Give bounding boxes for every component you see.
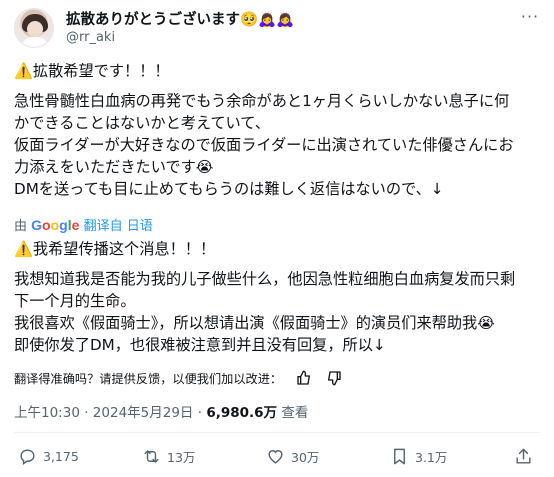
translate-prefix: 由 xyxy=(14,219,28,234)
retweet-icon xyxy=(144,449,159,463)
retweet-count: 13万 xyxy=(167,449,196,465)
tweet-text-translated: 我想知道我是否能为我的儿子做些什么，他因急性粒细胞白血病复发而只剩 下一个月的生… xyxy=(14,268,542,356)
bookmark-icon xyxy=(394,448,405,464)
views-label: 查看 xyxy=(281,405,309,421)
translated-line: 我很喜欢《假面骑士》，所以想请出演《假面骑士》的演员们来帮助我😭 xyxy=(14,314,495,332)
thumbs-down-icon[interactable] xyxy=(326,370,342,386)
action-bar: 3,175 13万 30万 3.1万 xyxy=(14,444,540,474)
tweet-meta: 上午10:30 · 2024年5月29日 · 6,980.6万 查看 xyxy=(14,405,309,421)
user-handle[interactable]: @rr_aki xyxy=(66,30,115,46)
reply-icon xyxy=(20,448,35,465)
translated-line: 我想知道我是否能为我的儿子做些什么，他因急性粒细胞白血病复发而只剩 xyxy=(14,270,516,288)
divider xyxy=(14,432,540,433)
like-count: 30万 xyxy=(291,449,320,465)
tweet-header: 拡散ありがとうございます🥺🙇‍♀️🙇‍♀️ @rr_aki ··· xyxy=(14,8,540,48)
like-button[interactable]: 30万 xyxy=(266,444,319,468)
tweet-line: かできることはないかと考えていて、 xyxy=(14,114,270,132)
share-icon xyxy=(516,448,531,464)
translated-line: ⚠️我希望传播这个消息！！！ xyxy=(14,240,216,258)
translation-feedback: 翻译得准确吗？请提供反馈，以便我们加以改进： xyxy=(14,370,342,387)
tweet-line: DMを送っても目に止めてもらうのは難しく返信はないので、↓ xyxy=(14,180,444,198)
tweet-line: 力添えをいただきたいです😭 xyxy=(14,158,214,176)
heart-icon xyxy=(268,449,283,464)
retweet-button[interactable]: 13万 xyxy=(142,444,195,468)
reply-button[interactable]: 3,175 xyxy=(18,444,79,468)
display-name[interactable]: 拡散ありがとうございます🥺🙇‍♀️🙇‍♀️ xyxy=(66,11,294,29)
translate-source-link[interactable]: 翻译自 日语 xyxy=(84,219,153,234)
tweet-time[interactable]: 上午10:30 xyxy=(14,405,80,421)
google-logo: Google xyxy=(31,217,80,233)
reply-count: 3,175 xyxy=(43,448,79,464)
tweet-line: 急性骨髄性白血病の再発でもう余命があと1ヶ月くらいしかない息子に何 xyxy=(14,92,510,110)
feedback-question: 翻译得准确吗？请提供反馈，以便我们加以改进： xyxy=(14,372,283,386)
tweet-date[interactable]: 2024年5月29日 xyxy=(93,405,194,421)
views-count: 6,980.6万 xyxy=(206,405,278,421)
more-horizontal-icon[interactable]: ··· xyxy=(520,9,540,30)
translated-line: 即使你发了DM，也很难被注意到并且没有回复，所以↓ xyxy=(14,336,386,354)
avatar[interactable] xyxy=(14,8,54,48)
translated-line: 下一个月的生命。 xyxy=(14,292,136,310)
thumbs-up-icon[interactable] xyxy=(296,370,312,386)
tweet-line: ⚠️拡散希望です！！！ xyxy=(14,62,170,80)
share-button[interactable] xyxy=(514,444,539,468)
bookmark-count: 3.1万 xyxy=(415,449,448,465)
bookmark-button[interactable]: 3.1万 xyxy=(390,444,447,468)
tweet-line: 仮面ライダーが大好きなので仮面ライダーに出演されていた俳優さんにお xyxy=(14,136,514,154)
tweet-paragraph: 急性骨髄性白血病の再発でもう余命があと1ヶ月くらいしかない息子に何 かできること… xyxy=(14,90,542,200)
translation-attribution: 由 Google 翻译自 日语 xyxy=(14,216,153,236)
